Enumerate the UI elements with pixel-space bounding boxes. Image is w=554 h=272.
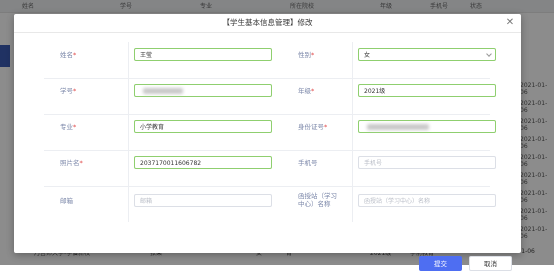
photo-name-label: 照片名*: [60, 159, 83, 167]
divider: [352, 42, 353, 78]
major-input[interactable]: 小学教育: [134, 120, 272, 133]
station-label: 函授站（学习 中心）名称: [298, 192, 337, 208]
email-label: 邮箱: [60, 197, 73, 205]
form-row: 学号* 年级* 2021级: [44, 78, 496, 115]
divider: [128, 150, 129, 186]
divider: [352, 78, 353, 114]
close-icon[interactable]: ✕: [505, 18, 515, 28]
chevron-down-icon: [486, 51, 492, 57]
station-label-line: 中心）名称: [298, 200, 331, 208]
id-card-input[interactable]: [358, 120, 496, 133]
station-input[interactable]: 函授站（学习中心）名称: [358, 194, 496, 207]
divider: [128, 186, 129, 222]
divider: [352, 114, 353, 150]
station-label-line: 函授站（学习: [298, 192, 337, 200]
redacted-value: [367, 124, 429, 130]
phone-placeholder: 手机号: [364, 160, 383, 167]
form-row: 姓名* 王莹 性别* 女: [44, 42, 496, 79]
divider: [352, 186, 353, 222]
email-placeholder: 邮箱: [140, 198, 153, 205]
divider: [128, 114, 129, 150]
student-id-input[interactable]: [134, 84, 272, 97]
phone-label: 手机号: [298, 159, 318, 167]
redacted-value: [143, 88, 183, 94]
grade-input[interactable]: 2021级: [358, 84, 496, 97]
divider: [352, 150, 353, 186]
id-card-label: 身份证号*: [298, 123, 328, 131]
submit-button[interactable]: 提交: [419, 256, 462, 271]
gender-select[interactable]: 女: [358, 48, 496, 61]
form-row: 专业* 小学教育 身份证号*: [44, 114, 496, 151]
gender-value: 女: [364, 52, 371, 59]
name-input[interactable]: 王莹: [134, 48, 272, 61]
edit-student-dialog: 【学生基本信息管理】修改 ✕ 姓名* 王莹 性别* 女 学号* 年级* 2021…: [14, 14, 521, 271]
name-label: 姓名*: [60, 51, 77, 59]
grade-label: 年级*: [298, 87, 315, 95]
divider: [128, 42, 129, 78]
form-row: 照片名* 2037170011606782 手机号 手机号: [44, 150, 496, 187]
form-row: 邮箱 邮箱 函授站（学习 中心）名称 函授站（学习中心）名称: [44, 186, 496, 222]
divider: [128, 78, 129, 114]
major-label: 专业*: [60, 123, 77, 131]
email-input[interactable]: 邮箱: [134, 194, 272, 207]
cancel-button[interactable]: 取消: [469, 256, 512, 271]
phone-input[interactable]: 手机号: [358, 156, 496, 169]
photo-name-input[interactable]: 2037170011606782: [134, 156, 272, 169]
student-id-label: 学号*: [60, 87, 77, 95]
dialog-title: 【学生基本信息管理】修改: [14, 14, 521, 33]
gender-label: 性别*: [298, 51, 315, 59]
station-placeholder: 函授站（学习中心）名称: [364, 198, 431, 205]
student-form: 姓名* 王莹 性别* 女 学号* 年级* 2021级 专业* 小学教育 身份证号…: [44, 42, 496, 222]
